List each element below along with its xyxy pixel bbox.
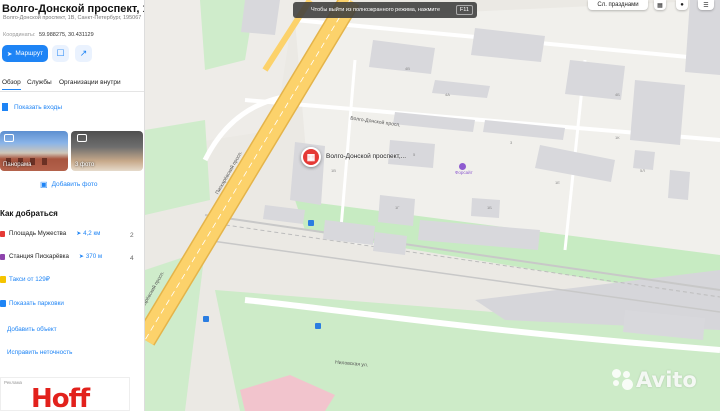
train-icon bbox=[0, 253, 5, 260]
avito-dots-icon bbox=[612, 369, 634, 391]
ad-label: Реклама bbox=[4, 380, 23, 385]
tab-services[interactable]: Службы bbox=[27, 79, 52, 86]
forsite-label: Форсайт bbox=[455, 170, 473, 175]
camera-plus-icon: ▣ bbox=[40, 180, 48, 189]
building bbox=[471, 198, 500, 218]
hoff-logo: Hoff bbox=[31, 384, 90, 411]
building-number: 3 bbox=[510, 140, 513, 145]
place-tabs: Обзор Службы Организации внутри bbox=[0, 78, 144, 92]
f11-key: F11 bbox=[455, 5, 473, 15]
park-area bbox=[145, 120, 210, 215]
building-number: 1Б bbox=[487, 205, 492, 210]
train-name: Станция Пискарёвка bbox=[9, 253, 69, 260]
place-card-panel: Волго-Донской проспект, 1В Волго-Донской… bbox=[0, 0, 145, 411]
avito-watermark: Avito bbox=[612, 368, 697, 392]
building bbox=[685, 0, 720, 75]
building-number: 1В bbox=[331, 168, 336, 173]
forsite-poi[interactable]: Форсайт bbox=[455, 163, 473, 175]
building-number: 1Г bbox=[395, 205, 400, 210]
building-number: 4А bbox=[445, 92, 450, 97]
panorama-icon bbox=[4, 134, 14, 142]
tab-overview[interactable]: Обзор bbox=[2, 79, 21, 90]
show-entrances-label: Показать входы bbox=[14, 103, 63, 111]
fix-info-link[interactable]: Исправить неточность bbox=[7, 349, 72, 356]
taxi-icon bbox=[0, 276, 6, 283]
building-number: 5Л bbox=[640, 168, 645, 173]
grid-button[interactable]: ▦ bbox=[654, 0, 666, 10]
bookmark-button[interactable]: ☐ bbox=[52, 45, 69, 62]
building-number: 1К bbox=[615, 135, 620, 140]
map-base-layer bbox=[145, 0, 720, 411]
route-icon: ➤ bbox=[6, 50, 13, 58]
walk-distance: ➤ 370 м bbox=[78, 253, 103, 260]
building bbox=[633, 150, 655, 170]
building-number: 5 bbox=[413, 152, 416, 157]
menu-button[interactable]: ☰ bbox=[698, 0, 714, 10]
fullscreen-banner: Чтобы выйти из полноэкранного режима, на… bbox=[293, 2, 477, 18]
add-photo-label: Добавить фото bbox=[51, 181, 98, 188]
coords-value[interactable]: 59.988275, 30.431129 bbox=[39, 32, 94, 38]
camera-icon bbox=[77, 134, 87, 142]
avito-wordmark: Avito bbox=[636, 368, 697, 392]
metro-name: Площадь Мужества bbox=[9, 230, 67, 237]
ad-banner[interactable]: Реклама Hoff bbox=[0, 377, 130, 411]
building bbox=[373, 232, 407, 255]
walk-distance-value: 370 м bbox=[85, 253, 103, 260]
building-number: 4Б bbox=[615, 92, 620, 97]
metro-station-row[interactable]: Площадь Мужества ➤ 4,2 км bbox=[0, 230, 100, 237]
place-title: Волго-Донской проспект, 1В bbox=[2, 3, 145, 15]
grid-icon: ▦ bbox=[657, 2, 663, 9]
building bbox=[241, 0, 280, 35]
route-label: Маршрут bbox=[15, 50, 44, 57]
building bbox=[630, 80, 685, 145]
share-button[interactable]: ↗ bbox=[75, 45, 92, 62]
bus-stop-icon[interactable] bbox=[315, 323, 321, 329]
show-entrances-link[interactable]: Показать входы bbox=[2, 103, 62, 111]
train-station-row[interactable]: Станция Пискарёвка ➤ 370 м bbox=[0, 253, 102, 260]
route-button[interactable]: ➤ Маршрут bbox=[2, 45, 48, 62]
selected-place-pin[interactable]: ▦ bbox=[301, 147, 321, 167]
taxi-link[interactable]: Такси от 129₽ bbox=[9, 276, 50, 283]
add-object-link[interactable]: Добавить объект bbox=[7, 326, 57, 333]
map-canvas[interactable]: Волго-Донской просп. Пискарёвский просп.… bbox=[145, 0, 720, 411]
layers-label: Сл. празднами bbox=[597, 2, 639, 8]
bookmark-icon: ☐ bbox=[56, 48, 65, 58]
building bbox=[668, 170, 690, 200]
bus-stop-icon[interactable] bbox=[308, 220, 314, 226]
photos-count-label: 3 фото bbox=[75, 162, 95, 168]
menu-icon: ☰ bbox=[703, 2, 709, 9]
place-address: Волго-Донской проспект, 1В, Санкт-Петерб… bbox=[3, 15, 142, 21]
walk-distance: ➤ 4,2 км bbox=[76, 230, 101, 237]
layers-button[interactable]: Сл. празднами bbox=[588, 0, 648, 10]
poi-dot-icon bbox=[459, 163, 466, 170]
metro-line-number: 2 bbox=[130, 232, 134, 239]
metro-icon bbox=[0, 230, 5, 237]
user-icon: ● bbox=[680, 2, 684, 8]
parking-link[interactable]: Показать парковки bbox=[9, 300, 64, 307]
building-number: 1Е bbox=[555, 180, 560, 185]
building-window bbox=[42, 158, 47, 165]
add-photo-button[interactable]: ▣ Добавить фото bbox=[40, 180, 97, 189]
coords-label: Координаты: bbox=[3, 32, 36, 38]
photos-thumbnail[interactable]: 3 фото bbox=[71, 131, 143, 171]
parking-icon bbox=[0, 300, 6, 307]
train-line-number: 4 bbox=[130, 255, 134, 262]
building-number: 4В bbox=[405, 66, 410, 71]
tab-organizations[interactable]: Организации внутри bbox=[59, 79, 121, 86]
walk-distance-value: 4,2 км bbox=[83, 230, 101, 237]
fullscreen-text: Чтобы выйти из полноэкранного режима, на… bbox=[311, 7, 441, 13]
user-button[interactable]: ● bbox=[676, 0, 688, 10]
bus-stop-icon[interactable] bbox=[203, 316, 209, 322]
entrance-icon bbox=[2, 103, 8, 111]
building bbox=[378, 195, 415, 226]
share-icon: ↗ bbox=[79, 48, 88, 58]
selected-place-label[interactable]: Волго-Донской проспект,... bbox=[326, 153, 406, 160]
panorama-thumbnail[interactable]: Панорама bbox=[0, 131, 68, 171]
building-icon: ▦ bbox=[306, 151, 316, 162]
panorama-label: Панорама bbox=[3, 162, 32, 168]
how-to-get-heading: Как добраться bbox=[0, 209, 58, 218]
